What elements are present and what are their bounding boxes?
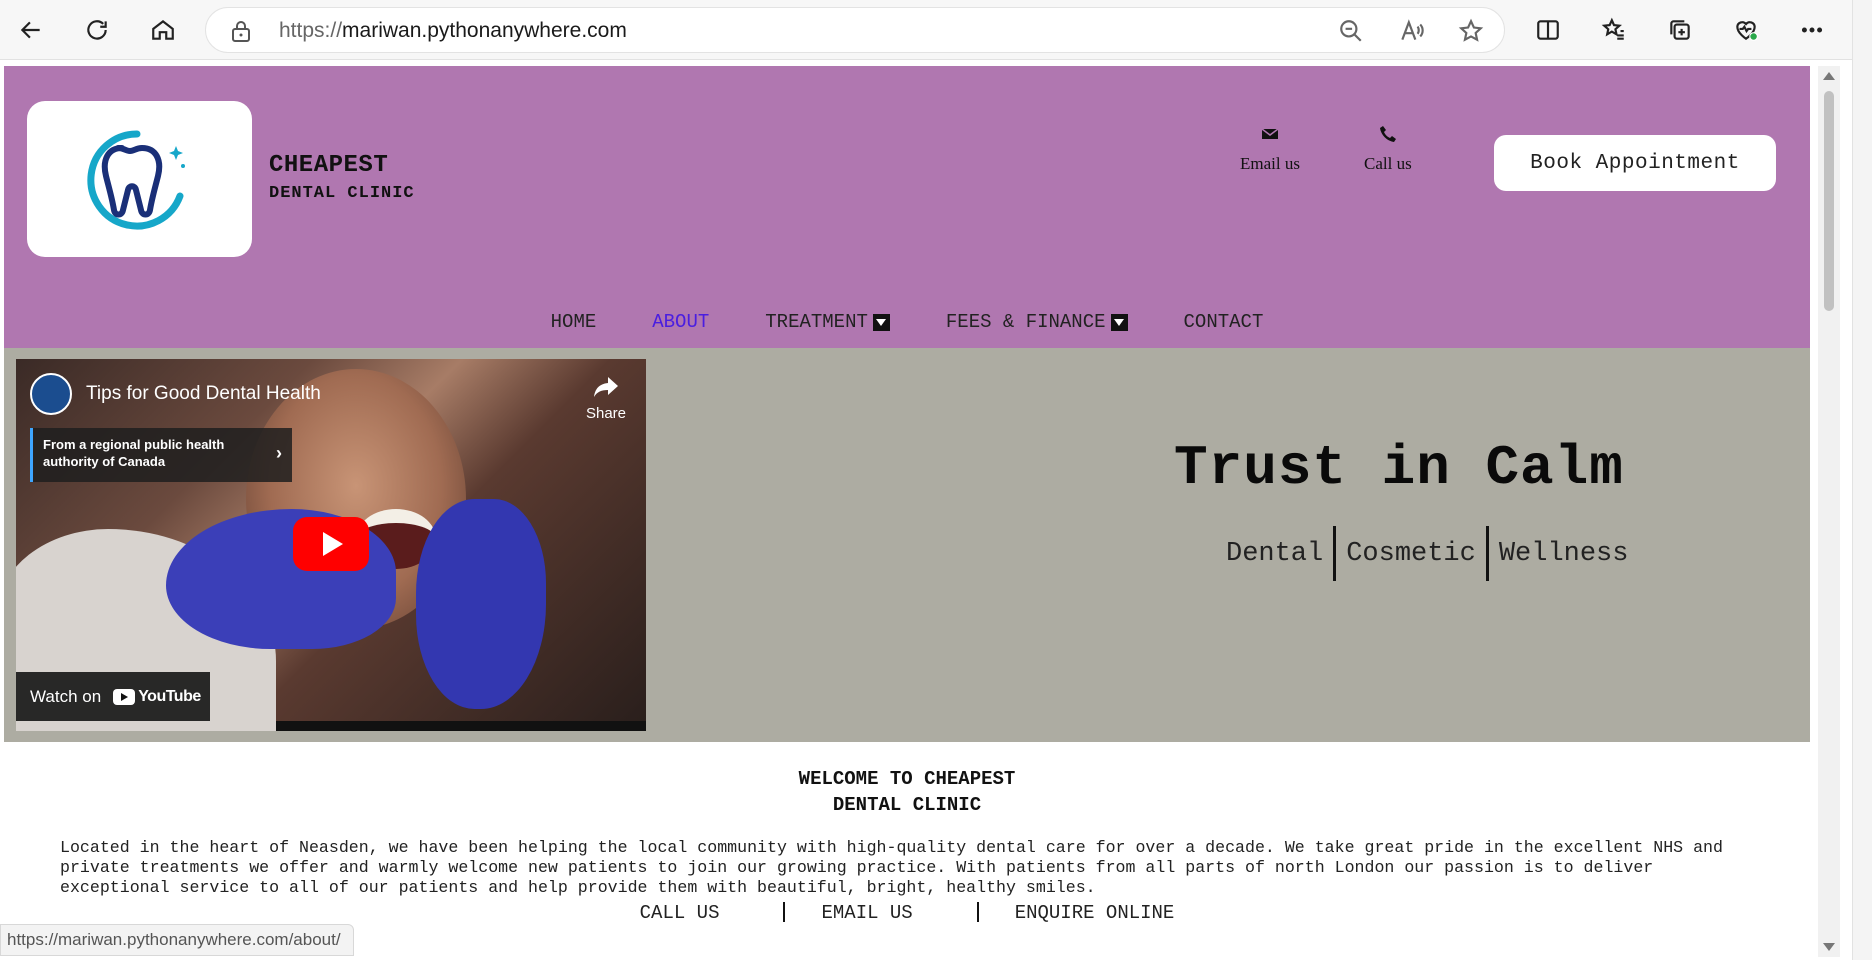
cta-call-us[interactable]: CALL US: [626, 902, 734, 924]
cta-divider: [976, 902, 979, 922]
browser-toolbar: https://mariwan.pythonanywhere.com: [0, 0, 1872, 60]
page-viewport: CHEAPEST DENTAL CLINIC Email us Call us …: [4, 66, 1810, 957]
thumbnail-glove-right: [416, 499, 546, 709]
more-menu-icon[interactable]: [1794, 12, 1830, 48]
welcome-heading-line1: WELCOME TO CHEAPEST: [798, 768, 1016, 790]
refresh-icon[interactable]: [79, 12, 115, 48]
email-us-link[interactable]: Email us: [1240, 124, 1300, 174]
url-text[interactable]: https://mariwan.pythonanywhere.com: [279, 19, 627, 43]
browser-essentials-icon[interactable]: [1728, 12, 1764, 48]
collections-icon[interactable]: [1662, 12, 1698, 48]
brand-subtitle: DENTAL CLINIC: [269, 184, 415, 203]
favorites-icon[interactable]: [1596, 12, 1632, 48]
share-button[interactable]: Share: [581, 375, 631, 422]
scroll-down-icon[interactable]: [1823, 943, 1835, 951]
browser-sidebar: [1852, 0, 1872, 960]
envelope-icon: [1260, 124, 1280, 144]
nav-home-label: HOME: [550, 311, 597, 333]
address-bar[interactable]: https://mariwan.pythonanywhere.com: [205, 7, 1505, 53]
hero-tags: Dental Cosmetic Wellness: [1216, 526, 1638, 581]
favorite-star-icon[interactable]: [1458, 18, 1484, 44]
status-bar-link: https://mariwan.pythonanywhere.com/about…: [0, 924, 354, 956]
welcome-heading-line2: DENTAL CLINIC: [832, 794, 982, 816]
back-icon[interactable]: [13, 12, 49, 48]
book-appointment-button[interactable]: Book Appointment: [1494, 135, 1776, 191]
scrollbar-thumb[interactable]: [1824, 91, 1834, 311]
info-panel-text: From a regional public health authority …: [43, 437, 225, 469]
nav-fees-finance[interactable]: FEES & FINANCE: [946, 306, 1128, 338]
hero-tag-wellness: Wellness: [1498, 538, 1629, 569]
split-screen-icon[interactable]: [1530, 12, 1566, 48]
zoom-out-icon[interactable]: [1338, 18, 1364, 44]
scroll-up-icon[interactable]: [1823, 72, 1835, 80]
watch-on-youtube-button[interactable]: Watch on YouTube: [16, 672, 210, 721]
url-host: mariwan.pythonanywhere.com: [342, 19, 627, 42]
cta-divider: [783, 902, 786, 922]
welcome-heading: WELCOME TO CHEAPEST DENTAL CLINIC: [4, 766, 1810, 818]
call-us-label: Call us: [1364, 154, 1412, 173]
cta-enquire-online[interactable]: ENQUIRE ONLINE: [1001, 902, 1189, 924]
main-nav: HOME ABOUT TREATMENT FEES & FINANCE CONT…: [4, 306, 1810, 338]
video-title[interactable]: Tips for Good Dental Health: [86, 383, 321, 405]
channel-avatar[interactable]: [30, 373, 72, 415]
nav-about[interactable]: ABOUT: [652, 306, 709, 338]
home-icon[interactable]: [145, 12, 181, 48]
nav-fees-label: FEES & FINANCE: [945, 311, 1106, 333]
watch-on-label: Watch on: [30, 686, 102, 706]
call-us-link[interactable]: Call us: [1364, 124, 1412, 174]
cta-email-us[interactable]: EMAIL US: [807, 902, 926, 924]
youtube-label: YouTube: [138, 687, 201, 705]
youtube-play-icon: [113, 688, 136, 705]
tooth-logo-icon: [87, 130, 185, 230]
youtube-logo: YouTube: [113, 688, 201, 706]
cta-row: CALL US EMAIL US ENQUIRE ONLINE: [4, 902, 1810, 924]
hero-tag-dental: Dental: [1226, 538, 1324, 569]
caret-down-icon[interactable]: [872, 313, 890, 331]
hero-section: Tips for Good Dental Health Share From a…: [4, 348, 1810, 742]
hero-title: Trust in Calm: [1174, 436, 1624, 500]
chevron-right-icon: ›: [276, 443, 282, 463]
play-button[interactable]: [293, 517, 369, 571]
nav-about-label: ABOUT: [652, 311, 710, 333]
nav-contact-label: CONTACT: [1183, 311, 1264, 333]
info-panel[interactable]: From a regional public health authority …: [30, 428, 292, 482]
nav-contact[interactable]: CONTACT: [1184, 306, 1264, 338]
hero-tag-cosmetic: Cosmetic: [1346, 538, 1476, 569]
page-scrollbar[interactable]: [1818, 66, 1840, 957]
brand-title: CHEAPEST: [269, 152, 389, 179]
share-label: Share: [585, 405, 627, 422]
site-header: CHEAPEST DENTAL CLINIC Email us Call us …: [4, 66, 1810, 348]
clinic-logo[interactable]: [27, 101, 252, 257]
email-us-label: Email us: [1240, 154, 1300, 173]
nav-home[interactable]: HOME: [551, 306, 597, 338]
nav-treatment-label: TREATMENT: [765, 311, 868, 333]
phone-icon: [1378, 124, 1398, 144]
nav-treatment[interactable]: TREATMENT: [765, 306, 890, 338]
read-aloud-icon[interactable]: [1398, 18, 1424, 44]
welcome-paragraph: Located in the heart of Neasden, we have…: [60, 838, 1723, 897]
share-icon: [594, 377, 618, 397]
youtube-video-embed[interactable]: Tips for Good Dental Health Share From a…: [16, 359, 646, 731]
caret-down-icon[interactable]: [1110, 313, 1128, 331]
url-prefix: https://: [279, 19, 343, 42]
lock-icon[interactable]: [230, 19, 252, 43]
